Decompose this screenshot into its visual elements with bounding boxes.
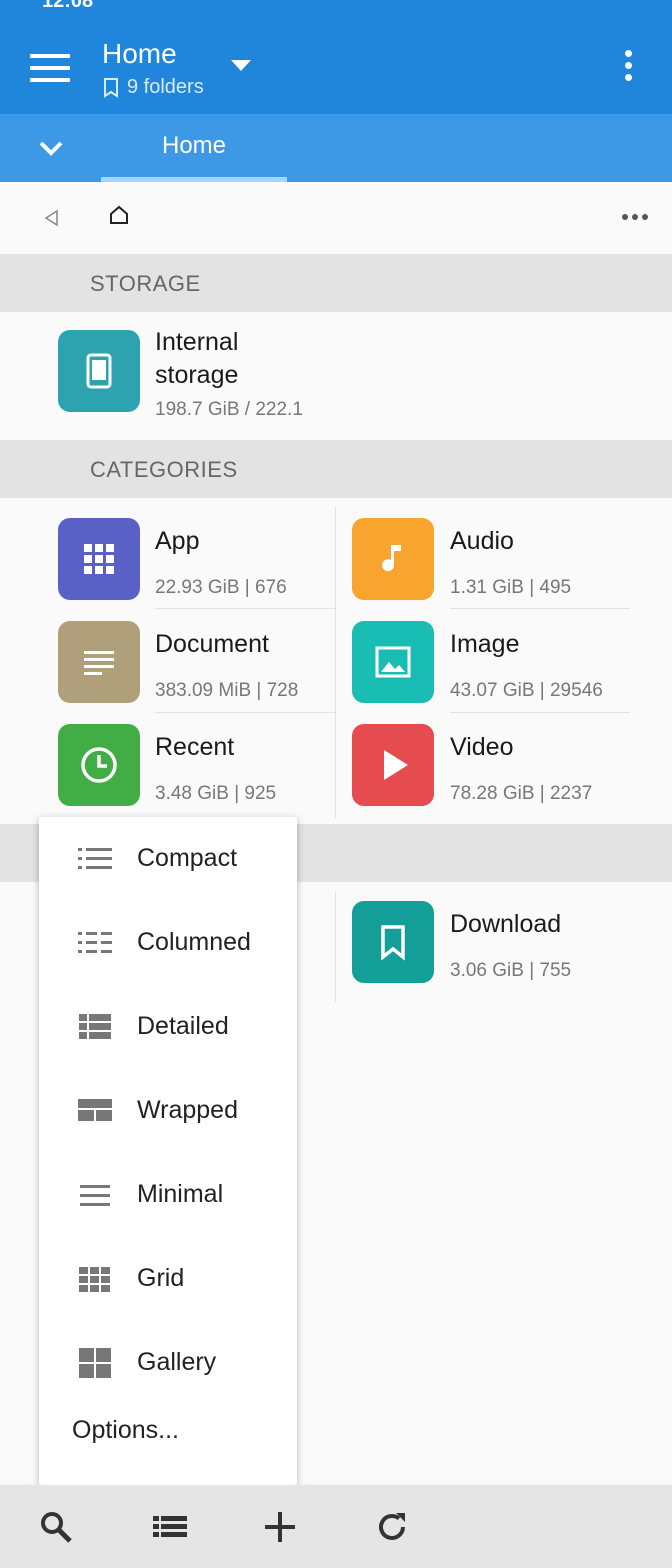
status-bar: 12:08 xyxy=(0,0,672,20)
folder-count-label: 9 folders xyxy=(127,76,204,98)
category-recent-meta: 3.48 GiB | 925 xyxy=(155,783,277,804)
bookmark-icon xyxy=(104,77,118,98)
menu-item-compact[interactable]: Compact xyxy=(39,817,297,900)
menu-icon[interactable] xyxy=(30,54,70,82)
menu-item-label: Gallery xyxy=(137,1348,217,1376)
image-icon xyxy=(352,621,434,703)
refresh-icon[interactable] xyxy=(374,1509,410,1545)
categories-grid: App 22.93 GiB | 676 Audio 1.31 GiB | 495… xyxy=(0,498,672,824)
menu-item-label: Minimal xyxy=(137,1180,224,1208)
document-icon xyxy=(58,621,140,703)
category-video-label: Video xyxy=(450,733,514,761)
storage-name-line2: storage xyxy=(155,361,239,389)
app-bar: Home 9 folders xyxy=(0,20,672,114)
menu-item-wrapped[interactable]: Wrapped xyxy=(39,1069,297,1152)
grid-apps-icon xyxy=(58,518,140,600)
list-columned-icon xyxy=(78,931,112,953)
play-icon xyxy=(352,724,434,806)
list-minimal-icon xyxy=(80,1184,110,1206)
menu-item-label: Wrapped xyxy=(137,1096,238,1124)
menu-item-label: Columned xyxy=(137,928,251,956)
category-document-meta: 383.09 MiB | 728 xyxy=(155,680,299,701)
folder-count: 9 folders xyxy=(103,76,204,99)
list-detailed-icon xyxy=(79,1013,111,1039)
title-dropdown-icon[interactable] xyxy=(231,60,251,71)
section-header-categories: CATEGORIES xyxy=(0,440,672,498)
category-image-label: Image xyxy=(450,630,520,658)
path-more-icon[interactable] xyxy=(622,214,650,222)
add-icon[interactable] xyxy=(262,1509,298,1545)
menu-item-minimal[interactable]: Minimal xyxy=(39,1153,297,1236)
section-header-storage: STORAGE xyxy=(0,254,672,312)
storage-usage: 198.7 GiB / 222.1 xyxy=(155,399,303,420)
home-icon[interactable] xyxy=(108,204,130,226)
category-recent-label: Recent xyxy=(155,733,235,761)
category-audio-meta: 1.31 GiB | 495 xyxy=(450,577,572,598)
category-video-meta: 78.28 GiB | 2237 xyxy=(450,783,593,804)
view-mode-menu: Compact Columned Detailed Wrapped Minima… xyxy=(39,817,297,1485)
menu-item-label: Detailed xyxy=(137,1012,229,1040)
menu-item-columned[interactable]: Columned xyxy=(39,901,297,984)
menu-item-grid[interactable]: Grid xyxy=(39,1237,297,1320)
music-note-icon xyxy=(352,518,434,600)
category-audio-label: Audio xyxy=(450,527,514,555)
search-icon[interactable] xyxy=(38,1509,74,1545)
clock-icon xyxy=(58,724,140,806)
menu-item-label: Grid xyxy=(137,1264,185,1292)
more-options-icon[interactable] xyxy=(618,50,638,86)
internal-storage-item[interactable]: Internal storage 198.7 GiB / 222.1 xyxy=(0,312,672,440)
page-title[interactable]: Home xyxy=(102,38,177,70)
category-app-meta: 22.93 GiB | 676 xyxy=(155,577,287,598)
path-bar xyxy=(0,182,672,254)
tab-home[interactable]: Home xyxy=(101,114,287,182)
bookmark-icon xyxy=(352,901,434,983)
menu-item-gallery[interactable]: Gallery xyxy=(39,1321,297,1404)
bookmark-download-meta: 3.06 GiB | 755 xyxy=(450,960,572,981)
menu-options-button[interactable]: Options... xyxy=(72,1416,179,1445)
wrapped-icon xyxy=(78,1098,112,1121)
menu-item-detailed[interactable]: Detailed xyxy=(39,985,297,1068)
category-app-label: App xyxy=(155,527,200,555)
bookmark-download-label: Download xyxy=(450,910,562,938)
view-mode-icon[interactable] xyxy=(152,1509,188,1545)
grid-icon xyxy=(79,1266,110,1292)
category-image-meta: 43.07 GiB | 29546 xyxy=(450,680,603,701)
bottom-toolbar xyxy=(0,1485,672,1568)
menu-item-label: Compact xyxy=(137,844,238,872)
storage-name-line1: Internal xyxy=(155,328,239,356)
gallery-icon xyxy=(79,1347,111,1378)
status-time: 12:08 xyxy=(42,0,94,12)
category-document-label: Document xyxy=(155,630,269,658)
list-compact-icon xyxy=(78,847,112,869)
back-icon[interactable] xyxy=(42,208,62,228)
phone-icon xyxy=(58,330,140,412)
chevron-down-icon[interactable] xyxy=(36,134,66,162)
tab-bar: Home xyxy=(0,114,672,182)
